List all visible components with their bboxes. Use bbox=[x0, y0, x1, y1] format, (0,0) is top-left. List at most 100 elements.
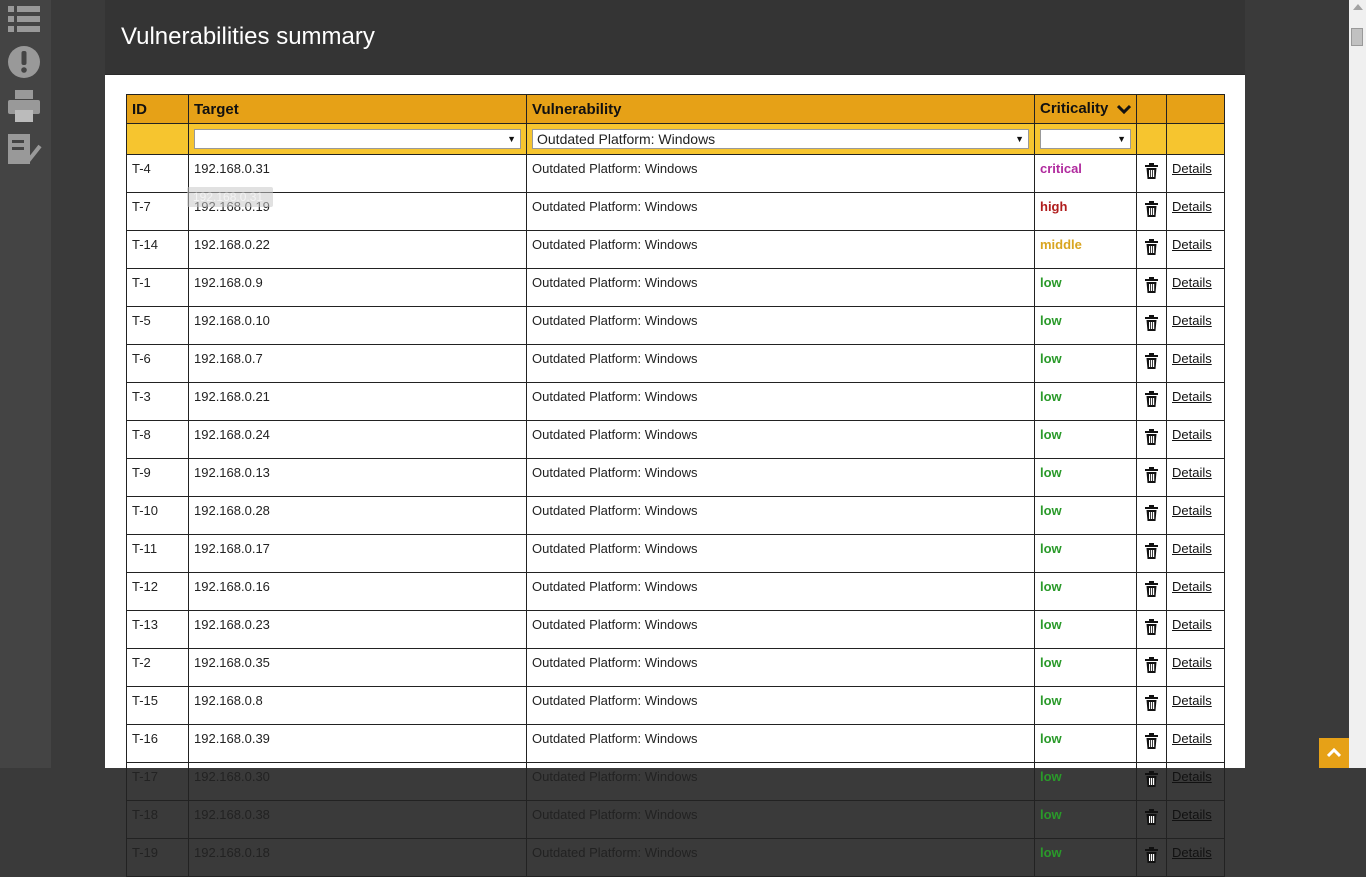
details-link[interactable]: Details bbox=[1172, 503, 1212, 518]
table-row: T-1 192.168.0.9 Outdated Platform: Windows… bbox=[126, 268, 1225, 307]
dropdown-arrow-icon: ▼ bbox=[1117, 134, 1126, 144]
trash-icon[interactable] bbox=[1142, 239, 1161, 255]
row-target: 192.168.0.23 bbox=[188, 610, 527, 649]
trash-icon[interactable] bbox=[1142, 543, 1161, 559]
details-link[interactable]: Details bbox=[1172, 731, 1212, 746]
row-vulnerability: Outdated Platform: Windows bbox=[526, 610, 1035, 649]
chevron-down-icon[interactable] bbox=[1116, 102, 1132, 119]
delete-cell bbox=[1136, 800, 1167, 839]
filter-id-cell bbox=[126, 123, 189, 155]
row-criticality: low bbox=[1034, 306, 1137, 345]
trash-icon[interactable] bbox=[1142, 467, 1161, 483]
criticality-badge: low bbox=[1040, 769, 1062, 784]
header-id[interactable]: ID bbox=[126, 94, 189, 124]
table-row: T-10 192.168.0.28 Outdated Platform: Windo… bbox=[126, 496, 1225, 535]
details-link[interactable]: Details bbox=[1172, 769, 1212, 784]
details-link[interactable]: Details bbox=[1172, 845, 1212, 860]
row-target: 192.168.0.28 bbox=[188, 496, 527, 535]
delete-cell bbox=[1136, 838, 1167, 877]
header-vulnerability[interactable]: Vulnerability bbox=[526, 94, 1035, 124]
trash-icon[interactable] bbox=[1142, 771, 1161, 787]
details-link[interactable]: Details bbox=[1172, 389, 1212, 404]
delete-cell bbox=[1136, 572, 1167, 611]
trash-icon[interactable] bbox=[1142, 163, 1161, 179]
details-link[interactable]: Details bbox=[1172, 465, 1212, 480]
details-link[interactable]: Details bbox=[1172, 199, 1212, 214]
trash-icon[interactable] bbox=[1142, 695, 1161, 711]
details-link[interactable]: Details bbox=[1172, 807, 1212, 822]
row-vulnerability: Outdated Platform: Windows bbox=[526, 306, 1035, 345]
details-link[interactable]: Details bbox=[1172, 237, 1212, 252]
page-scrollbar[interactable] bbox=[1349, 0, 1366, 768]
filter-criticality-cell: ▼ bbox=[1034, 123, 1137, 155]
trash-icon[interactable] bbox=[1142, 315, 1161, 331]
row-id: T-3 bbox=[126, 382, 189, 421]
details-cell: Details bbox=[1166, 496, 1225, 535]
trash-icon[interactable] bbox=[1142, 619, 1161, 635]
trash-icon[interactable] bbox=[1142, 809, 1161, 825]
delete-cell bbox=[1136, 344, 1167, 383]
details-cell: Details bbox=[1166, 724, 1225, 763]
row-criticality: low bbox=[1034, 838, 1137, 877]
table-row: T-4 192.168.0.31 Outdated Platform: Window… bbox=[126, 154, 1225, 193]
vulnerabilities-table: ID Target Vulnerability Criticality ▼ Ou… bbox=[126, 94, 1225, 877]
row-target: 192.168.0.30 bbox=[188, 762, 527, 801]
filter-row: ▼ Outdated Platform: Windows ▼ ▼ bbox=[126, 123, 1225, 155]
trash-icon[interactable] bbox=[1142, 733, 1161, 749]
row-id: T-18 bbox=[126, 800, 189, 839]
table-row: T-18 192.168.0.38 Outdated Platform: Windo… bbox=[126, 800, 1225, 839]
dropdown-arrow-icon: ▼ bbox=[1015, 134, 1024, 144]
row-target: 192.168.0.35 bbox=[188, 648, 527, 687]
trash-icon[interactable] bbox=[1142, 201, 1161, 217]
trash-icon[interactable] bbox=[1142, 391, 1161, 407]
header-target[interactable]: Target bbox=[188, 94, 527, 124]
details-cell: Details bbox=[1166, 306, 1225, 345]
criticality-filter-select[interactable]: ▼ bbox=[1040, 129, 1131, 149]
target-filter-select[interactable]: ▼ bbox=[194, 129, 521, 149]
row-id: T-15 bbox=[126, 686, 189, 725]
details-link[interactable]: Details bbox=[1172, 541, 1212, 556]
details-link[interactable]: Details bbox=[1172, 617, 1212, 632]
trash-icon[interactable] bbox=[1142, 581, 1161, 597]
row-criticality: low bbox=[1034, 382, 1137, 421]
row-vulnerability: Outdated Platform: Windows bbox=[526, 268, 1035, 307]
scroll-up-arrow-icon[interactable] bbox=[1353, 4, 1363, 10]
details-cell: Details bbox=[1166, 230, 1225, 269]
details-link[interactable]: Details bbox=[1172, 313, 1212, 328]
row-vulnerability: Outdated Platform: Windows bbox=[526, 648, 1035, 687]
row-target: 192.168.0.18 bbox=[188, 838, 527, 877]
list-icon[interactable] bbox=[6, 2, 46, 42]
vulnerability-filter-select[interactable]: Outdated Platform: Windows ▼ bbox=[532, 129, 1029, 149]
trash-icon[interactable] bbox=[1142, 429, 1161, 445]
details-link[interactable]: Details bbox=[1172, 579, 1212, 594]
trash-icon[interactable] bbox=[1142, 657, 1161, 673]
details-link[interactable]: Details bbox=[1172, 693, 1212, 708]
row-id: T-6 bbox=[126, 344, 189, 383]
scroll-thumb[interactable] bbox=[1351, 28, 1363, 46]
row-target: 192.168.0.10 bbox=[188, 306, 527, 345]
table-row: T-6 192.168.0.7 Outdated Platform: Windows… bbox=[126, 344, 1225, 383]
trash-icon[interactable] bbox=[1142, 847, 1161, 863]
criticality-badge: low bbox=[1040, 275, 1062, 290]
main-page: Vulnerabilities summary ID Target Vulner… bbox=[105, 0, 1245, 877]
details-link[interactable]: Details bbox=[1172, 655, 1212, 670]
table-header-row: ID Target Vulnerability Criticality bbox=[126, 94, 1225, 124]
dropdown-arrow-icon: ▼ bbox=[507, 134, 516, 144]
trash-icon[interactable] bbox=[1142, 353, 1161, 369]
vulnerability-filter-value: Outdated Platform: Windows bbox=[537, 131, 716, 147]
checklist-icon[interactable] bbox=[6, 130, 46, 170]
header-criticality[interactable]: Criticality bbox=[1034, 94, 1137, 124]
trash-icon[interactable] bbox=[1142, 505, 1161, 521]
delete-cell bbox=[1136, 268, 1167, 307]
details-link[interactable]: Details bbox=[1172, 351, 1212, 366]
print-icon[interactable] bbox=[6, 88, 46, 128]
row-criticality: low bbox=[1034, 686, 1137, 725]
table-row: T-16 192.168.0.39 Outdated Platform: Windo… bbox=[126, 724, 1225, 763]
back-to-top-button[interactable] bbox=[1319, 738, 1349, 768]
details-link[interactable]: Details bbox=[1172, 275, 1212, 290]
alert-icon[interactable] bbox=[6, 44, 46, 84]
trash-icon[interactable] bbox=[1142, 277, 1161, 293]
details-link[interactable]: Details bbox=[1172, 161, 1212, 176]
row-vulnerability: Outdated Platform: Windows bbox=[526, 420, 1035, 459]
details-link[interactable]: Details bbox=[1172, 427, 1212, 442]
